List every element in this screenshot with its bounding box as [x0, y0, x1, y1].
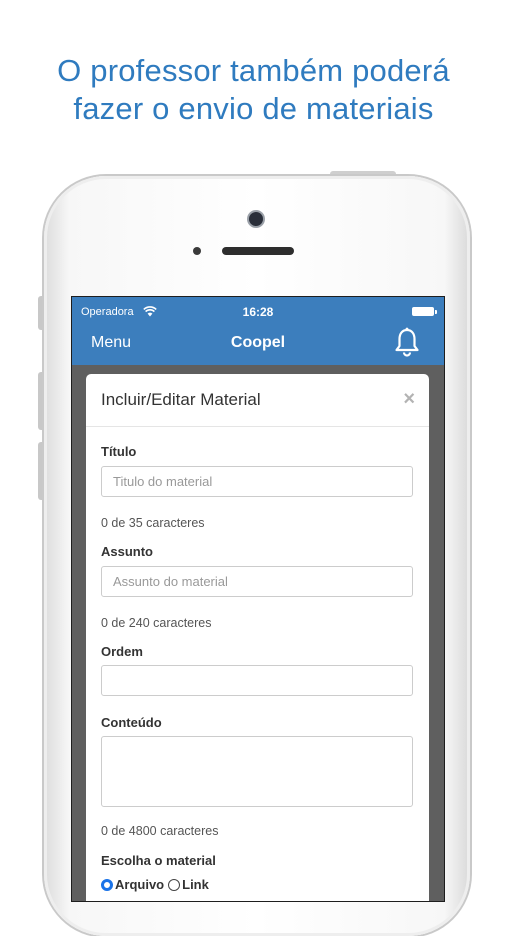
- battery-icon: [412, 307, 437, 316]
- material-type-radio-group: Arquivo Link: [101, 877, 213, 892]
- headline-line-1: O professor também poderá: [57, 53, 450, 88]
- ordem-input[interactable]: [101, 665, 413, 696]
- app-title: Coopel: [230, 334, 286, 351]
- link-radio[interactable]: [168, 878, 181, 891]
- arquivo-radio[interactable]: [101, 878, 113, 891]
- conteudo-counter: 0 de 4800 caracteres: [101, 824, 219, 838]
- headline: O professor também poderá fazer o envio …: [0, 52, 507, 128]
- titulo-input[interactable]: [101, 466, 413, 497]
- conteudo-label: Conteúdo: [101, 715, 162, 730]
- modal-title: Incluir/Editar Material: [101, 390, 261, 409]
- titulo-label: Título: [101, 444, 137, 459]
- link-radio-label[interactable]: Link: [182, 877, 209, 892]
- arquivo-radio-label[interactable]: Arquivo: [115, 877, 164, 892]
- status-time: 16:28: [242, 305, 274, 319]
- conteudo-textarea[interactable]: [101, 736, 413, 807]
- modal-header: Incluir/Editar Material ×: [86, 374, 429, 427]
- phone-screen: Operadora 16:28 Menu Coopel Incluir/Edit…: [71, 296, 445, 902]
- assunto-label: Assunto: [101, 544, 153, 559]
- material-modal: Incluir/Editar Material × Título 0 de 35…: [86, 374, 429, 901]
- headline-line-2: fazer o envio de materiais: [73, 91, 434, 126]
- bell-icon[interactable]: [394, 327, 420, 357]
- front-camera: [249, 212, 263, 226]
- ordem-label: Ordem: [101, 644, 143, 659]
- proximity-sensor: [193, 247, 201, 255]
- close-icon[interactable]: ×: [403, 388, 415, 411]
- titulo-counter: 0 de 35 caracteres: [101, 516, 205, 530]
- earpiece-speaker: [222, 247, 294, 255]
- app-bar: Operadora 16:28 Menu Coopel: [72, 297, 444, 365]
- assunto-counter: 0 de 240 caracteres: [101, 616, 212, 630]
- assunto-input[interactable]: [101, 566, 413, 597]
- material-type-label: Escolha o material: [101, 853, 216, 868]
